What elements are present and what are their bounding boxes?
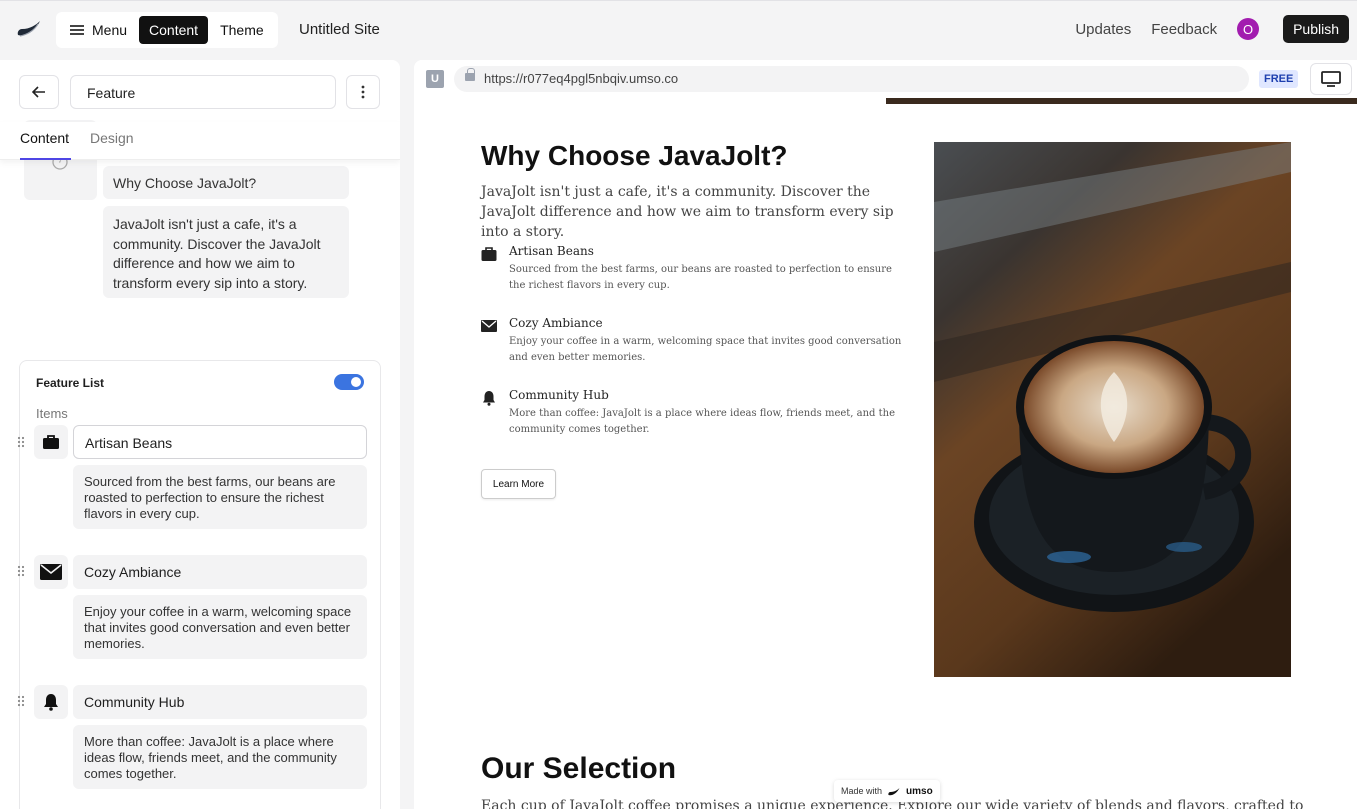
drag-handle-icon[interactable] [17,695,25,707]
item-description-input[interactable]: More than coffee: JavaJolt is a place wh… [73,725,367,789]
made-with-badge[interactable]: Made with umso [834,780,940,802]
brand-label: umso [906,785,933,797]
feature-description: Sourced from the best farms, our beans a… [509,264,892,291]
url-text: https://r077eq4pgl5nbqiv.umso.co [484,71,679,86]
desktop-view-button[interactable] [1310,63,1352,95]
site-title[interactable]: Untitled Site [299,21,380,38]
feature-list-toggle[interactable] [334,374,364,390]
browser-bar: U https://r077eq4pgl5nbqiv.umso.co FREE [414,60,1357,98]
intro-field[interactable]: JavaJolt isn't just a cafe, it's a commu… [103,206,349,298]
item-title-input[interactable]: Cozy Ambiance [73,555,367,589]
heading-field[interactable]: Why Choose JavaJolt? [103,166,349,199]
hamburger-icon [70,25,84,35]
lock-icon [465,68,475,81]
editor-panel: Feature Content Design Why Choose JavaJo… [0,60,400,809]
more-vertical-icon [361,85,365,99]
menu-label: Menu [92,22,128,38]
learn-more-button[interactable]: Learn More [481,469,556,499]
tab-design[interactable]: Design [90,130,134,160]
avatar[interactable]: O [1237,18,1260,40]
top-actions: Updates Feedback O Publish [1075,15,1349,43]
bell-icon [44,694,58,711]
section-intro[interactable]: JavaJolt isn't just a cafe, it's a commu… [481,182,901,242]
panel-tabs: Content Design [0,122,400,160]
plan-badge[interactable]: FREE [1259,70,1299,88]
item-icon-picker[interactable] [34,555,68,589]
theme-mode-button[interactable]: Theme [210,16,274,44]
made-with-label: Made with [841,786,883,796]
section-name-field[interactable]: Feature [70,75,336,109]
item-description-input[interactable]: Enjoy your coffee in a warm, welcoming s… [73,595,367,659]
briefcase-icon [43,435,59,449]
briefcase-icon [481,247,497,261]
back-button[interactable] [19,75,59,109]
feature-title: Artisan Beans [509,244,594,258]
publish-button[interactable]: Publish [1283,15,1349,43]
feature-list-card: Feature List Items Artisan Beans Sourced… [17,360,381,809]
items-label: Items [36,406,68,421]
monitor-icon [1321,71,1341,87]
content-mode-button[interactable]: Content [139,16,209,44]
mode-switcher: Menu Content Theme [56,12,278,48]
umso-logo-icon [888,787,900,795]
section-heading[interactable]: Why Choose JavaJolt? [481,140,788,172]
coffee-cup-image[interactable] [934,142,1291,677]
previous-section-image-edge [886,98,1357,104]
next-section-heading[interactable]: Our Selection [481,752,676,786]
item-title-input[interactable]: Community Hub [73,685,367,719]
envelope-icon [481,320,497,332]
url-field[interactable]: https://r077eq4pgl5nbqiv.umso.co [454,66,1249,92]
tab-content[interactable]: Content [20,130,71,160]
site-preview: U https://r077eq4pgl5nbqiv.umso.co FREE … [414,60,1357,809]
item-icon-picker[interactable] [34,425,68,459]
updates-link[interactable]: Updates [1075,21,1131,38]
feature-title: Cozy Ambiance [509,316,603,330]
item-title-input[interactable]: Artisan Beans [73,425,367,459]
drag-handle-icon[interactable] [17,565,25,577]
feature-title: Community Hub [509,388,609,402]
umso-badge-icon: U [426,70,444,88]
more-options-button[interactable] [346,75,380,109]
feature-description: Enjoy your coffee in a warm, welcoming s… [509,336,902,363]
envelope-icon [40,564,62,580]
top-bar: Menu Content Theme Untitled Site Updates… [0,0,1357,58]
feature-description: More than coffee: JavaJolt is a place wh… [509,408,896,435]
feedback-link[interactable]: Feedback [1151,21,1217,38]
umso-logo-icon[interactable] [16,17,42,39]
arrow-left-icon [32,86,45,98]
drag-handle-icon[interactable] [17,436,25,448]
item-icon-picker[interactable] [34,685,68,719]
feature-list-label: Feature List [36,376,105,390]
bell-icon [483,391,495,406]
menu-button[interactable]: Menu [60,16,137,44]
item-description-input[interactable]: Sourced from the best farms, our beans a… [73,465,367,529]
